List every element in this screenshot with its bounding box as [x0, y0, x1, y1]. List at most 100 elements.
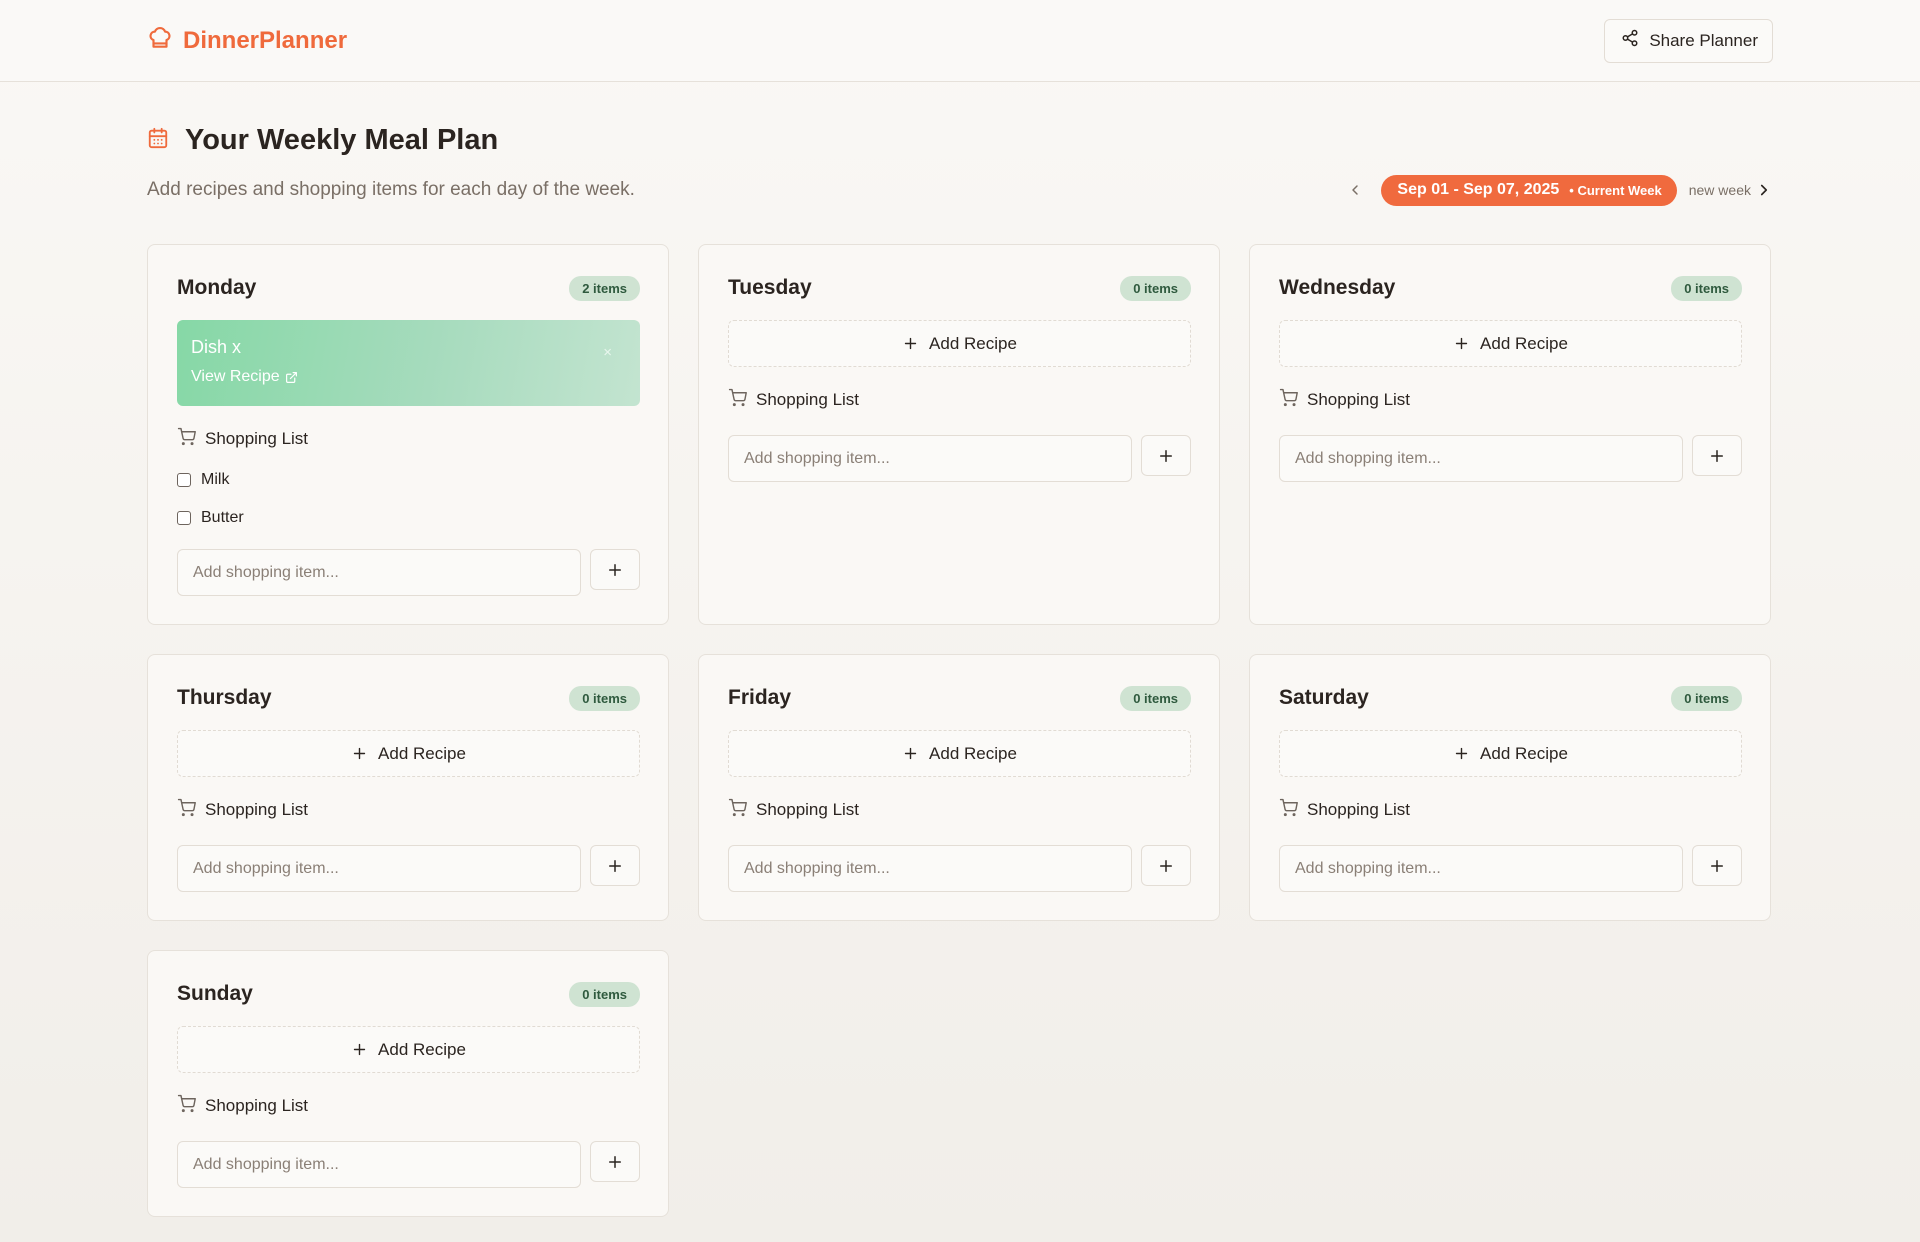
- add-item-row: [177, 549, 640, 596]
- day-card-monday: Monday 2 items Dish x View Recipe × Shoppi…: [147, 244, 669, 625]
- add-item-row: [177, 845, 640, 892]
- day-card-thursday: Thursday 0 items Add Recipe Shopping Lis…: [147, 654, 669, 921]
- day-name: Tuesday: [728, 276, 812, 299]
- shopping-list-label: Shopping List: [756, 390, 860, 409]
- add-item-row: [728, 435, 1191, 482]
- item-count-badge: 0 items: [1671, 685, 1742, 711]
- calendar-icon: [147, 126, 169, 155]
- shopping-list-header: Shopping List: [1279, 388, 1742, 412]
- cart-icon: [177, 427, 196, 451]
- shopping-item-input[interactable]: [1279, 435, 1684, 482]
- brand-name: DinnerPlanner: [183, 26, 348, 54]
- item-checkbox[interactable]: [177, 473, 191, 487]
- day-name: Wednesday: [1279, 276, 1396, 299]
- item-count-badge: 0 items: [569, 685, 640, 711]
- page-title-row: Your Weekly Meal Plan: [147, 122, 1773, 158]
- add-recipe-button[interactable]: Add Recipe: [1279, 320, 1742, 367]
- next-week-label: new week: [1688, 182, 1751, 198]
- chevron-right-icon: [1760, 184, 1768, 196]
- add-recipe-label: Add Recipe: [1480, 333, 1568, 353]
- next-week-button[interactable]: new week: [1689, 181, 1773, 199]
- shopping-list-header: Shopping List: [177, 798, 640, 822]
- add-recipe-button[interactable]: Add Recipe: [1279, 730, 1742, 777]
- day-card-tuesday: Tuesday 0 items Add Recipe Shopping List: [698, 244, 1220, 625]
- add-item-button[interactable]: [1692, 845, 1742, 886]
- shopping-item-input[interactable]: [728, 435, 1133, 482]
- item-count-badge: 0 items: [1120, 685, 1191, 711]
- shopping-list-label: Shopping List: [205, 1096, 309, 1115]
- add-item-button[interactable]: [590, 1141, 640, 1182]
- plus-icon: [609, 1155, 622, 1168]
- item-count-badge: 0 items: [1671, 275, 1742, 301]
- week-range: Sep 01 - Sep 07, 2025: [1397, 181, 1560, 198]
- share-icon: [1621, 29, 1639, 52]
- shopping-list-label: Shopping List: [1307, 800, 1411, 819]
- cart-icon: [728, 798, 747, 822]
- item-count-badge: 2 items: [569, 275, 640, 301]
- subtitle-row: Add recipes and shopping items for each …: [147, 172, 1773, 208]
- shopping-list-label: Shopping List: [1307, 390, 1411, 409]
- add-recipe-label: Add Recipe: [1480, 743, 1568, 763]
- shopping-item-input[interactable]: [177, 845, 582, 892]
- cart-icon: [177, 1094, 196, 1118]
- add-recipe-button[interactable]: Add Recipe: [177, 1026, 640, 1073]
- add-item-button[interactable]: [590, 549, 640, 590]
- remove-recipe-button[interactable]: ×: [603, 344, 612, 361]
- item-checkbox[interactable]: [177, 511, 191, 525]
- cart-icon: [1279, 388, 1298, 412]
- current-week-label: • Current Week: [1569, 182, 1662, 198]
- day-header: Wednesday 0 items: [1279, 273, 1742, 303]
- cart-icon: [728, 388, 747, 412]
- add-item-row: [1279, 435, 1742, 482]
- day-name: Thursday: [177, 686, 272, 709]
- day-name: Monday: [177, 276, 257, 299]
- shopping-item-input[interactable]: [1279, 845, 1684, 892]
- add-item-button[interactable]: [1141, 845, 1191, 886]
- external-link-icon: [285, 371, 297, 383]
- plus-icon: [1711, 859, 1724, 872]
- day-name: Sunday: [177, 982, 253, 1005]
- page-subtitle: Add recipes and shopping items for each …: [147, 179, 635, 200]
- add-recipe-label: Add Recipe: [929, 333, 1017, 353]
- plus-icon: [1711, 449, 1724, 462]
- day-card-wednesday: Wednesday 0 items Add Recipe Shopping Li…: [1249, 244, 1771, 625]
- chevron-left-icon: [1352, 185, 1359, 195]
- cart-icon: [177, 798, 196, 822]
- day-header: Thursday 0 items: [177, 683, 640, 713]
- day-header: Sunday 0 items: [177, 979, 640, 1009]
- add-recipe-label: Add Recipe: [929, 743, 1017, 763]
- plus-icon: [1160, 449, 1173, 462]
- shopping-list-header: Shopping List: [1279, 798, 1742, 820]
- previous-week-button[interactable]: [1341, 176, 1369, 204]
- add-item-button[interactable]: [590, 845, 640, 886]
- item-count-badge: 0 items: [569, 981, 640, 1007]
- add-item-button[interactable]: [1141, 435, 1191, 476]
- shopping-item-input[interactable]: [177, 549, 582, 596]
- chef-hat-icon: [147, 25, 173, 56]
- shopping-list-header: Shopping List: [177, 1094, 640, 1118]
- share-planner-button[interactable]: Share Planner: [1604, 18, 1773, 63]
- plus-icon: [353, 1043, 366, 1056]
- shopping-item-input[interactable]: [728, 845, 1133, 892]
- add-recipe-button[interactable]: Add Recipe: [728, 730, 1191, 777]
- share-planner-label: Share Planner: [1649, 30, 1758, 50]
- page-title: Your Weekly Meal Plan: [185, 123, 499, 156]
- add-recipe-button[interactable]: Add Recipe: [728, 320, 1191, 367]
- day-header: Tuesday 0 items: [728, 273, 1191, 303]
- shopping-list-header: Shopping List: [728, 388, 1191, 412]
- shopping-list-label: Shopping List: [756, 800, 860, 819]
- shopping-item-label: Milk: [201, 471, 230, 488]
- recipe-card[interactable]: Dish x View Recipe ×: [177, 320, 640, 406]
- add-recipe-label: Add Recipe: [378, 1039, 466, 1059]
- shopping-list-header: Shopping List: [177, 427, 640, 451]
- day-name: Saturday: [1279, 686, 1369, 709]
- shopping-item-input[interactable]: [177, 1141, 582, 1188]
- view-recipe-link[interactable]: View Recipe: [191, 368, 626, 386]
- plus-icon: [1455, 747, 1468, 760]
- add-item-button[interactable]: [1692, 435, 1742, 476]
- day-grid: Monday 2 items Dish x View Recipe × Shoppi…: [147, 244, 1773, 1217]
- item-count-badge: 0 items: [1120, 275, 1191, 301]
- add-recipe-button[interactable]: Add Recipe: [177, 730, 640, 777]
- add-item-row: [177, 1141, 640, 1188]
- brand[interactable]: DinnerPlanner: [147, 25, 347, 56]
